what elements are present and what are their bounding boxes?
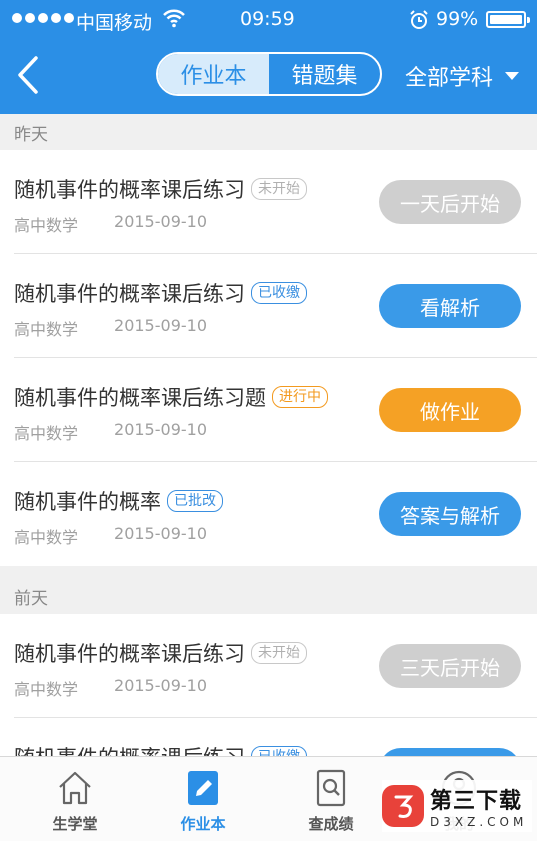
status-badge: 未开始 [251,178,307,200]
house-icon [59,771,91,805]
view-analysis-button[interactable]: 看解析 [379,284,521,328]
status-badge: 进行中 [272,386,328,408]
subject-label: 高中数学 [14,320,79,339]
date-label: 2015-09-10 [114,316,207,335]
subject-label: 高中数学 [14,424,79,443]
list-item[interactable]: 随机事件的概率 已批改 高中数学 2015-09-10 答案与解析 [0,462,537,566]
alarm-icon [410,10,428,29]
watermark-subtext: D3XZ.COM [430,815,528,829]
tab-homework[interactable]: 作业本 [158,54,269,94]
nav-bar: 作业本 错题集 全部学科 [0,40,537,114]
do-homework-button[interactable]: 做作业 [379,388,521,432]
tab-label: 查成绩 [308,815,354,833]
clock: 09:59 [240,8,295,30]
section-header: 昨天 [0,114,537,150]
battery-icon [486,11,530,28]
answers-analysis-button[interactable]: 答案与解析 [379,492,521,536]
signal-icon [12,13,74,23]
subject-label: 高中数学 [14,216,79,235]
tab-check-scores[interactable]: 查成绩 [276,757,386,841]
pencil-note-icon [188,771,218,805]
tab-homework-book[interactable]: 作业本 [148,757,258,841]
homework-title: 随机事件的概率课后练习 [14,282,245,306]
caret-down-icon [505,72,520,80]
date-label: 2015-09-10 [114,676,207,695]
status-badge: 已收缴 [251,282,307,304]
date-label: 2015-09-10 [114,212,207,231]
wifi-icon [163,9,185,28]
top-bar: 中国移动 09:59 99% 作业本 错题集 全部学科 [0,0,537,114]
search-doc-icon [316,769,346,807]
list-item[interactable]: 随机事件的概率课后练习 已收缴 高中数学 2015-09-10 看解析 [0,254,537,358]
list-item[interactable]: 随机事件的概率课后练习 已收缴 [0,718,537,758]
tab-study-hall[interactable]: 生学堂 [20,757,130,841]
status-bar: 中国移动 09:59 99% [0,0,537,40]
subject-filter-dropdown[interactable]: 全部学科 [405,60,520,92]
segmented-control: 作业本 错题集 [156,52,382,96]
battery-percentage: 99% [436,8,479,30]
date-label: 2015-09-10 [114,420,207,439]
tab-label: 生学堂 [52,815,98,833]
section-header: 前天 [0,578,537,614]
subject-label: 高中数学 [14,680,79,699]
watermark-text: 第三下载 [430,789,523,814]
list-item[interactable]: 随机事件的概率课后练习题 进行中 高中数学 2015-09-10 做作业 [0,358,537,462]
back-arrow-icon[interactable] [8,52,48,98]
carrier-name: 中国移动 [76,12,153,34]
subject-label: 高中数学 [14,528,79,547]
download-logo-icon [382,785,424,827]
status-badge: 未开始 [251,642,307,664]
status-badge: 已批改 [167,490,223,512]
tab-label: 作业本 [180,815,226,833]
homework-title: 随机事件的概率 [14,490,161,514]
start-later-button[interactable]: 三天后开始 [379,644,521,688]
homework-title: 随机事件的概率课后练习 [14,178,245,202]
homework-title: 随机事件的概率课后练习 [14,642,245,666]
list-item[interactable]: 随机事件的概率课后练习 未开始 高中数学 2015-09-10 一天后开始 [0,150,537,254]
watermark-logo: 第三下载 D3XZ.COM [382,780,532,832]
subject-filter-label: 全部学科 [405,66,494,91]
start-later-button[interactable]: 一天后开始 [379,180,521,224]
homework-title: 随机事件的概率课后练习题 [14,386,266,410]
list-item[interactable]: 随机事件的概率课后练习 未开始 高中数学 2015-09-10 三天后开始 [0,614,537,718]
tab-mistakes[interactable]: 错题集 [269,54,380,94]
date-label: 2015-09-10 [114,524,207,543]
